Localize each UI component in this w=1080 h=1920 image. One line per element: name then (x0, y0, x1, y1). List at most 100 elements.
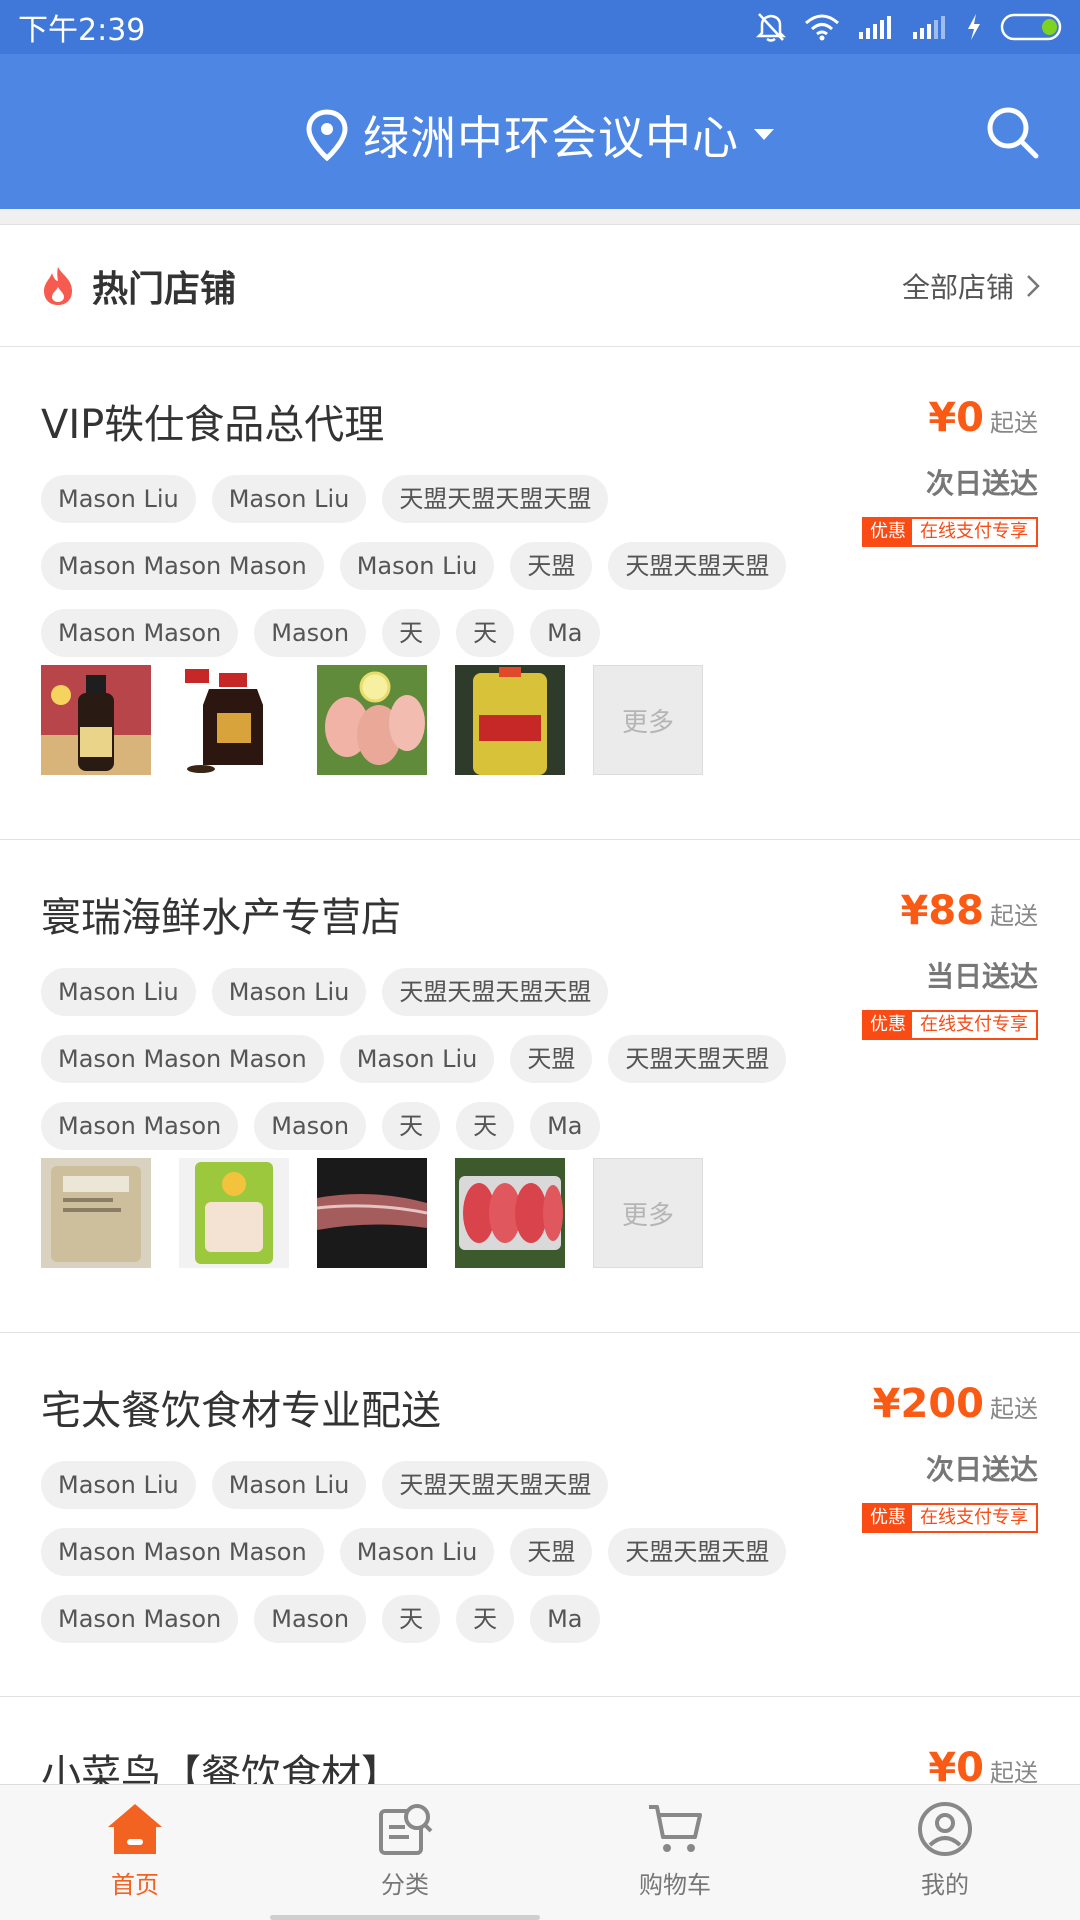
product-thumb-frozen-seafood[interactable] (41, 1158, 151, 1268)
promo-tag: 优惠 (864, 1505, 912, 1531)
shop-card[interactable]: 宅太餐饮食材专业配送 ¥200 起送 次日送达 优惠 在线支付专享 Mason … (0, 1333, 1080, 1697)
app-header: 绿洲中环会议中心 (0, 54, 1080, 209)
shop-card[interactable]: 寰瑞海鲜水产专营店 ¥88 起送 当日送达 优惠 在线支付专享 Mason Li… (0, 840, 1080, 1333)
shop-tag: Mason (254, 1595, 367, 1643)
mute-notification-icon (756, 13, 786, 42)
app-screen: 下午2:39 绿洲中环会议中心 热门店铺 全部店铺 VIP轶仕食品总代理 ¥0 … (0, 0, 1080, 1920)
shop-tag: Mason Liu (41, 968, 196, 1016)
wifi-icon (805, 14, 839, 41)
min-order: ¥200 起送 (873, 1381, 1038, 1427)
promo-tag: 优惠 (864, 1012, 912, 1038)
status-time: 下午2:39 (18, 13, 146, 48)
product-thumb-vinegar[interactable] (41, 665, 151, 775)
category-icon (379, 1804, 433, 1855)
shop-tags: Mason Liu Mason Liu 天盟天盟天盟天盟 Mason Mason… (41, 968, 801, 1169)
chevron-down-icon (754, 129, 774, 140)
nav-label: 分类 (381, 1871, 429, 1899)
shop-card[interactable]: VIP轶仕食品总代理 ¥0 起送 次日送达 优惠 在线支付专享 Mason Li… (0, 347, 1080, 840)
min-order-suffix: 起送 (990, 1395, 1038, 1423)
home-icon (108, 1804, 162, 1854)
shop-tag: Ma (530, 609, 600, 657)
home-indicator (270, 1915, 540, 1920)
shop-tag: 天盟天盟天盟天盟 (382, 1461, 609, 1509)
product-thumb-cooking-oil[interactable] (455, 665, 565, 775)
shop-tag: 天 (456, 1595, 515, 1643)
nav-label: 我的 (921, 1871, 969, 1899)
shop-tag: Ma (530, 1102, 600, 1150)
shop-name: 寰瑞海鲜水产专营店 (41, 895, 401, 941)
section-title: 热门店铺 (92, 268, 237, 310)
header-divider (0, 209, 1080, 225)
bottom-navigation: 首页 分类 购物车 我的 (0, 1784, 1080, 1920)
promo-text: 在线支付专享 (912, 1012, 1036, 1038)
shop-tags: Mason Liu Mason Liu 天盟天盟天盟天盟 Mason Mason… (41, 1461, 801, 1662)
search-icon[interactable] (984, 104, 1040, 160)
location-pin-icon (306, 109, 348, 161)
nav-cart[interactable]: 购物车 (540, 1785, 810, 1920)
location-title: 绿洲中环会议中心 (363, 111, 739, 165)
shop-tag: Mason Liu (211, 1461, 367, 1509)
min-order: ¥88 起送 (901, 888, 1039, 934)
nav-profile[interactable]: 我的 (810, 1785, 1080, 1920)
shop-tag: Mason Liu (339, 1528, 495, 1576)
nav-label: 购物车 (639, 1871, 711, 1899)
shop-tag: Mason Liu (339, 1035, 495, 1083)
min-order-price: ¥200 (872, 1381, 984, 1427)
product-thumb-meat-cut[interactable] (317, 1158, 427, 1268)
shop-tag: 天盟天盟天盟天盟 (382, 475, 609, 523)
battery-icon (1000, 13, 1062, 41)
more-products-button[interactable]: 更多 (593, 1158, 703, 1268)
hot-shops-header: 热门店铺 全部店铺 (0, 225, 1080, 347)
product-thumb-meat-rolls[interactable] (455, 1158, 565, 1268)
shop-tag: Mason Mason (41, 1102, 239, 1150)
shop-tag: Mason Liu (339, 542, 495, 590)
min-order-suffix: 起送 (990, 409, 1038, 437)
shop-tag: 天盟天盟天盟 (608, 542, 787, 590)
signal-icon (859, 16, 891, 39)
location-selector[interactable]: 绿洲中环会议中心 (0, 102, 1080, 168)
min-order-suffix: 起送 (990, 1759, 1038, 1787)
shop-tag: Mason Mason Mason (41, 1528, 324, 1576)
product-thumb-packaged-fish[interactable] (179, 1158, 289, 1268)
nav-home[interactable]: 首页 (0, 1785, 270, 1920)
shop-tag: Mason (254, 1102, 367, 1150)
status-icons (756, 11, 1066, 43)
shop-tag: 天盟 (510, 1528, 593, 1576)
delivery-time: 次日送达 (925, 1453, 1038, 1486)
signal-icon-2 (913, 16, 945, 39)
shop-tag: 天 (456, 1102, 515, 1150)
flame-icon (44, 266, 72, 305)
delivery-time: 当日送达 (925, 960, 1038, 993)
shop-tag: 天 (382, 1595, 441, 1643)
shop-tag: Mason Liu (211, 475, 367, 523)
shop-tag: 天盟 (510, 1035, 593, 1083)
shop-tag: Mason (254, 609, 367, 657)
shop-tag: Mason Mason Mason (41, 542, 324, 590)
all-shops-link[interactable]: 全部店铺 (902, 266, 1040, 306)
shop-tags: Mason Liu Mason Liu 天盟天盟天盟天盟 Mason Mason… (41, 475, 801, 676)
cart-icon (649, 1805, 702, 1852)
shop-tag: 天 (382, 1102, 441, 1150)
shop-tag: Mason Mason (41, 609, 239, 657)
min-order-price: ¥88 (900, 888, 985, 934)
min-order-suffix: 起送 (990, 902, 1038, 930)
product-thumb-soy-sauce[interactable] (179, 665, 289, 775)
shop-tag: 天盟 (510, 542, 593, 590)
min-order-price: ¥0 (928, 395, 984, 441)
shop-tag: Ma (530, 1595, 600, 1643)
nav-category[interactable]: 分类 (270, 1785, 540, 1920)
promo-text: 在线支付专享 (912, 519, 1036, 545)
shop-tag: 天 (456, 609, 515, 657)
shop-tag: Mason Liu (41, 1461, 196, 1509)
shop-tag: 天盟天盟天盟 (608, 1035, 787, 1083)
product-thumbnails: 更多 (41, 665, 703, 775)
chevron-right-icon (1027, 274, 1040, 297)
delivery-time: 次日送达 (925, 467, 1038, 500)
shop-tag: Mason Liu (211, 968, 367, 1016)
shop-name: VIP轶仕食品总代理 (41, 402, 385, 448)
more-products-button[interactable]: 更多 (593, 665, 703, 775)
promo-badge: 优惠 在线支付专享 (862, 1503, 1038, 1533)
shop-tag: Mason Mason (41, 1595, 239, 1643)
product-thumb-chicken[interactable] (317, 665, 427, 775)
charging-icon (968, 14, 980, 40)
